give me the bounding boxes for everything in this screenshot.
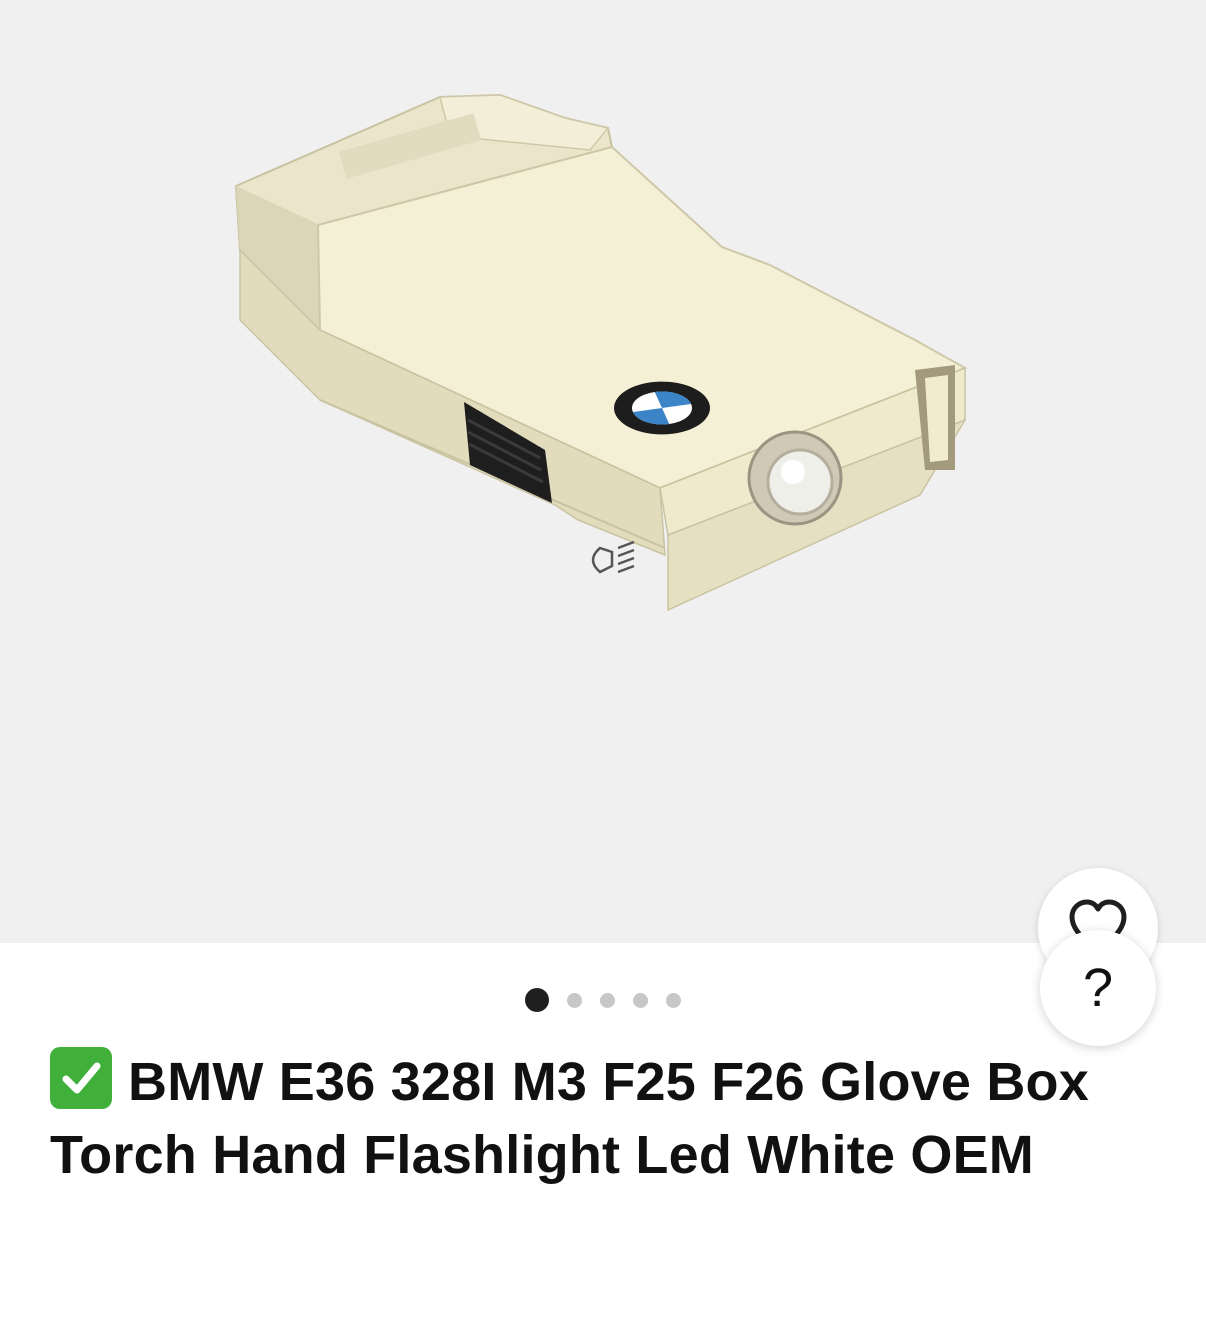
image-pager: [0, 988, 1206, 1012]
listing-title-block: BMW E36 328I M3 F25 F26 Glove Box Torch …: [50, 1046, 1160, 1192]
listing-title: BMW E36 328I M3 F25 F26 Glove Box Torch …: [50, 1052, 1089, 1185]
pager-dot[interactable]: [633, 992, 648, 1008]
pager-dot[interactable]: [600, 992, 615, 1008]
product-image[interactable]: [0, 0, 1206, 943]
pager-dot-active[interactable]: [525, 988, 549, 1012]
pager-dot[interactable]: [567, 992, 582, 1008]
check-mark-button-icon: [50, 1047, 112, 1109]
pager-dot[interactable]: [666, 992, 681, 1008]
image-gallery[interactable]: ?: [0, 0, 1206, 1046]
